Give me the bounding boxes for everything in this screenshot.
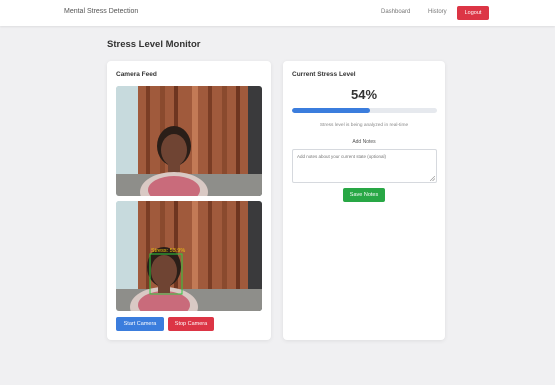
app-brand[interactable]: Mental Stress Detection bbox=[64, 8, 138, 15]
nav-link-dashboard[interactable]: Dashboard bbox=[381, 9, 410, 15]
camera-feed-image bbox=[116, 86, 262, 196]
detection-label: Stress: 53.9% bbox=[151, 248, 185, 254]
camera-feed-card: Camera Feed Stress: 53.9% Start Camera S… bbox=[107, 61, 271, 340]
stress-card-title: Current Stress Level bbox=[292, 71, 356, 78]
stress-progress-bar bbox=[292, 108, 437, 113]
logout-button[interactable]: Logout bbox=[457, 6, 489, 20]
camera-feed-photo bbox=[116, 86, 262, 196]
navbar: Mental Stress Detection Dashboard Histor… bbox=[0, 0, 555, 26]
analysis-status-text: Stress level is being analyzed in real-t… bbox=[319, 123, 409, 128]
stress-progress-fill bbox=[292, 108, 371, 113]
nav-link-history[interactable]: History bbox=[428, 9, 447, 15]
stress-value: 54% bbox=[350, 87, 378, 102]
processed-feed-photo: Stress: 53.9% bbox=[116, 201, 262, 311]
save-notes-button[interactable]: Save Notes bbox=[343, 188, 385, 202]
start-camera-button[interactable]: Start Camera bbox=[116, 317, 164, 331]
resize-grip-icon[interactable] bbox=[430, 176, 435, 181]
page-title: Stress Level Monitor bbox=[107, 39, 201, 50]
notes-textarea[interactable] bbox=[292, 149, 437, 183]
notes-label: Add Notes bbox=[352, 139, 376, 145]
processed-feed-image: Stress: 53.9% bbox=[116, 201, 262, 311]
camera-card-title: Camera Feed bbox=[116, 71, 157, 78]
stop-camera-button[interactable]: Stop Camera bbox=[168, 317, 214, 331]
stress-level-card: Current Stress Level 54% Stress level is… bbox=[283, 61, 445, 340]
